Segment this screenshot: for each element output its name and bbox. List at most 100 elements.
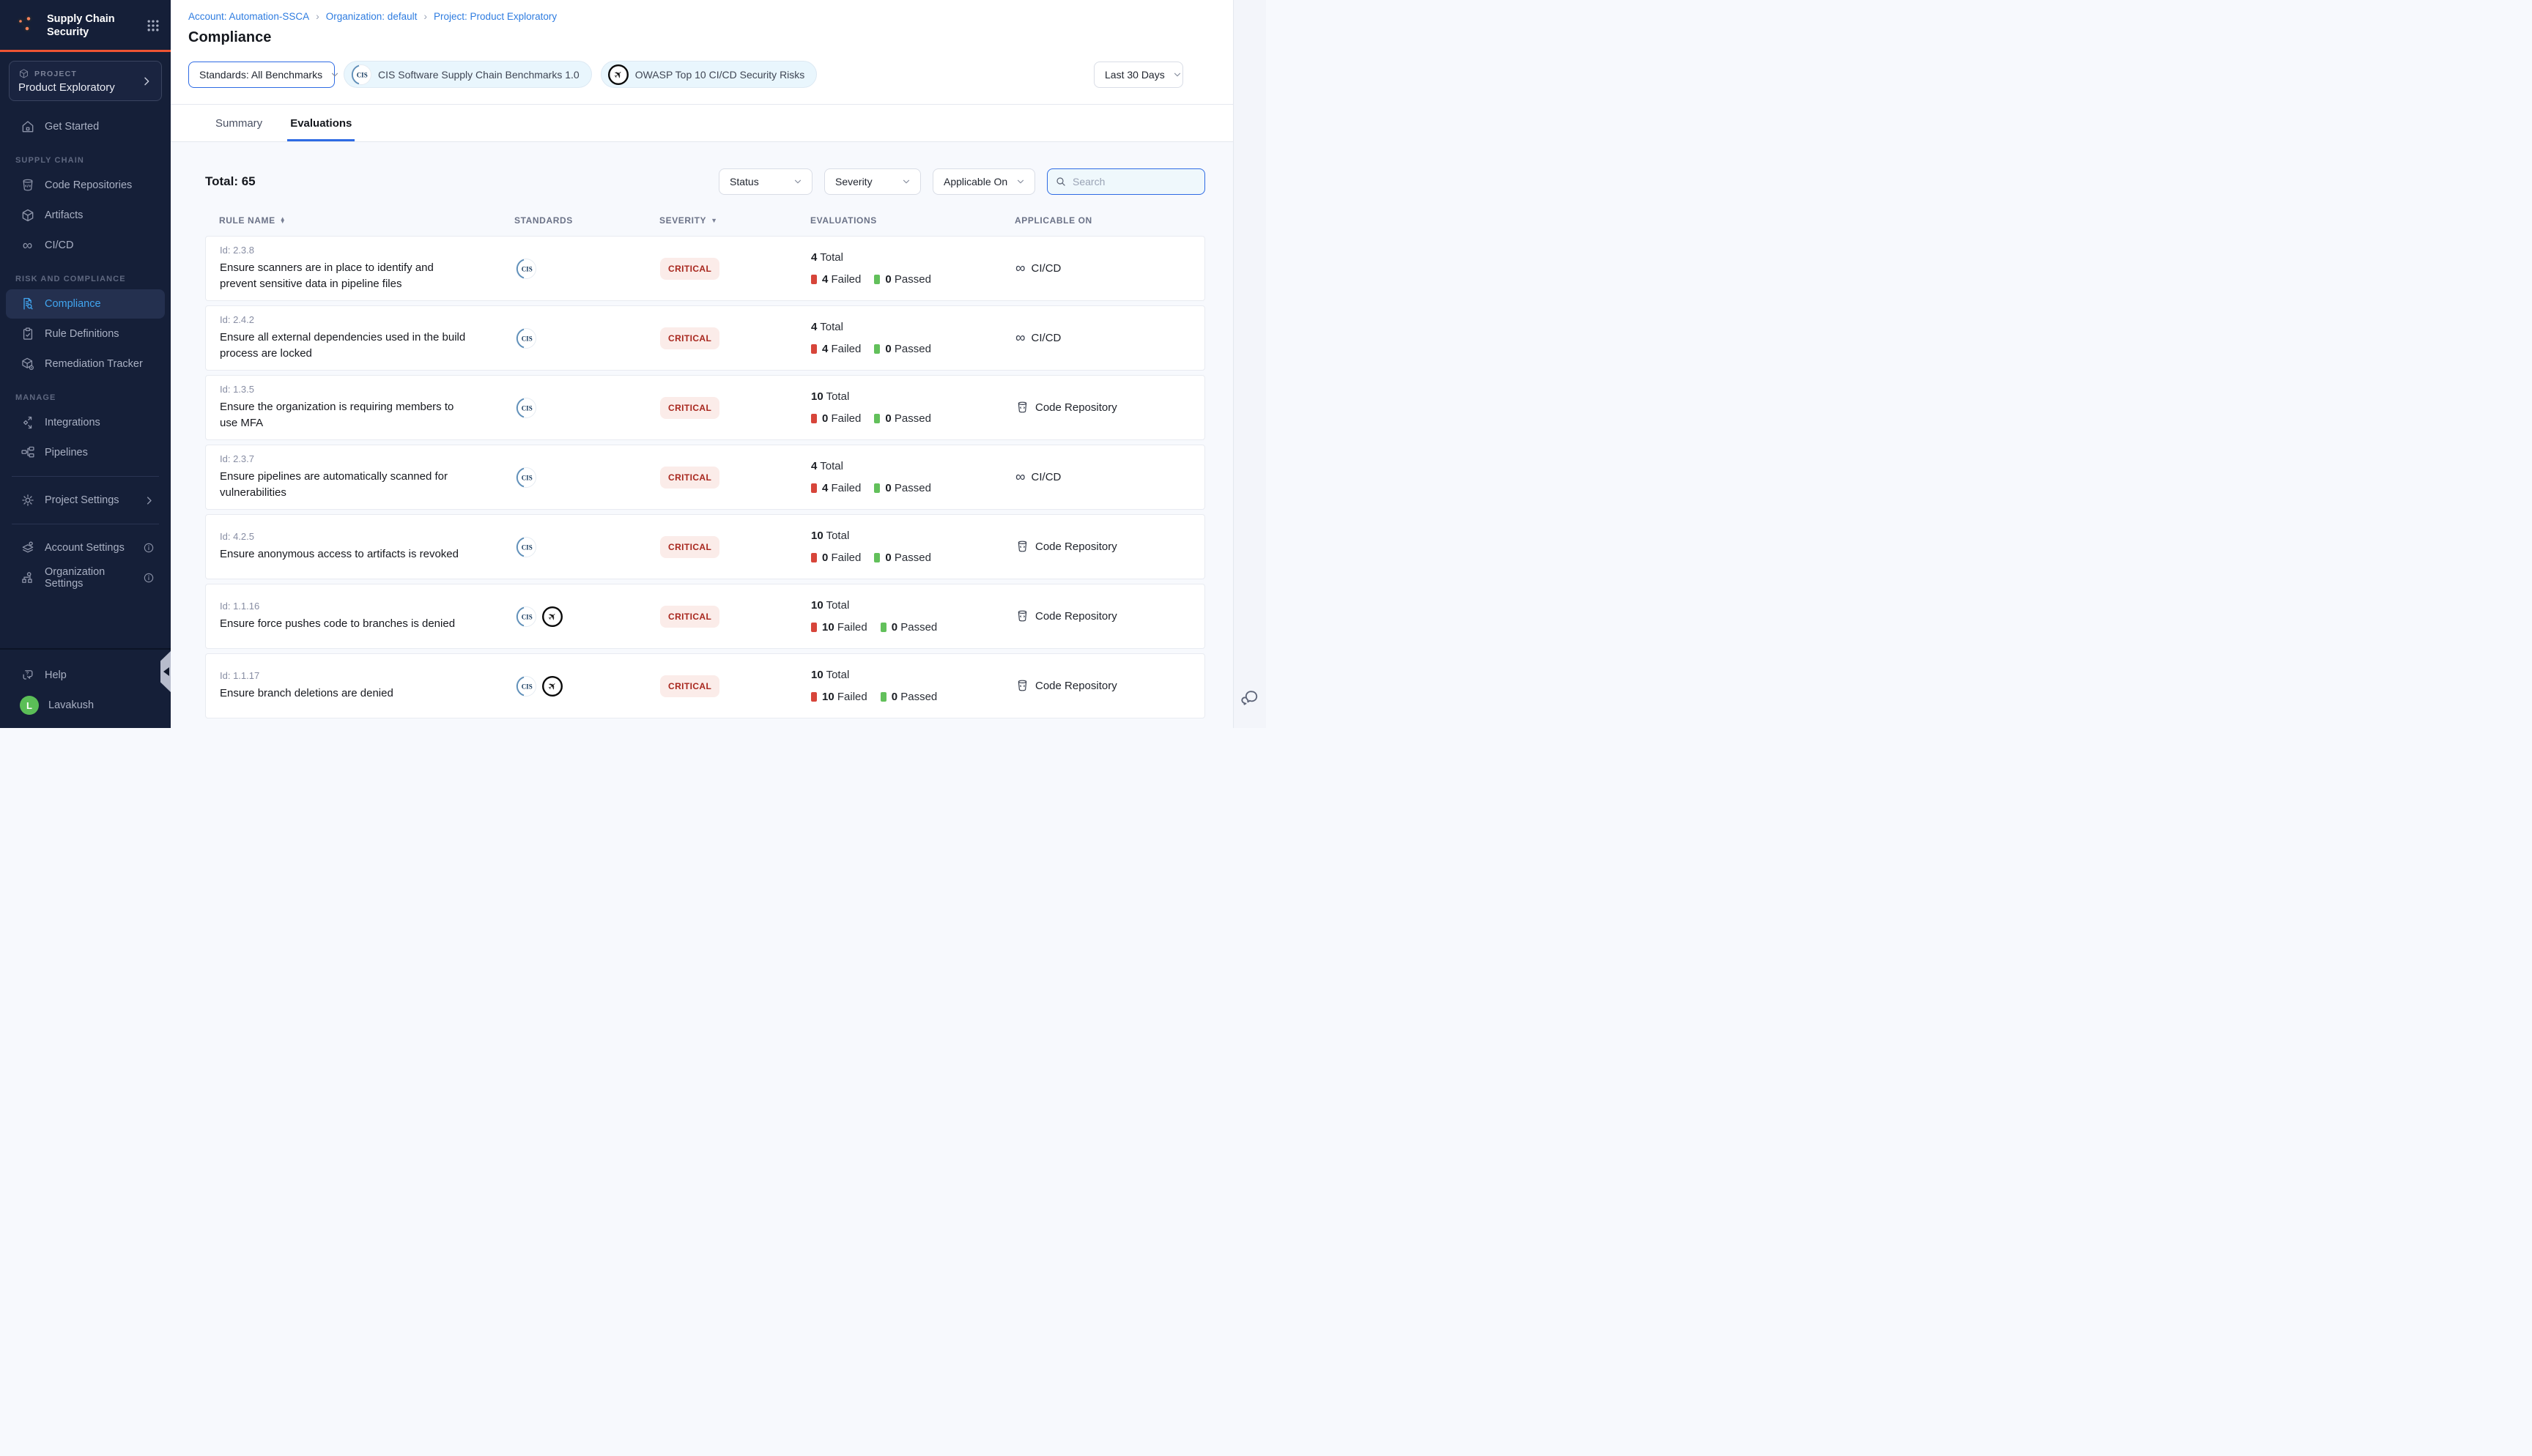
sidebar: Supply Chain Security PROJECT Product Ex… bbox=[0, 0, 171, 728]
sidebar-item-account-settings[interactable]: Account Settings bbox=[6, 533, 165, 562]
severity-filter-select[interactable]: Severity bbox=[824, 168, 921, 195]
passed-label: Passed bbox=[895, 551, 931, 564]
breadcrumb-project[interactable]: Project: Product Exploratory bbox=[434, 11, 557, 22]
info-icon[interactable] bbox=[143, 572, 155, 584]
failed-label: Failed bbox=[832, 343, 862, 355]
table-row[interactable]: Id: 1.3.5 Ensure the organization is req… bbox=[205, 375, 1205, 440]
table-row[interactable]: Id: 4.2.5 Ensure anonymous access to art… bbox=[205, 514, 1205, 579]
passed-value: 0 bbox=[885, 343, 891, 355]
tab-summary[interactable]: Summary bbox=[212, 105, 265, 141]
sidebar-header: Supply Chain Security bbox=[0, 0, 171, 50]
cis-logo-icon bbox=[515, 467, 537, 489]
standards-cell bbox=[515, 606, 660, 628]
table-row[interactable]: Id: 1.1.16 Ensure force pushes code to b… bbox=[205, 584, 1205, 649]
tab-evaluations[interactable]: Evaluations bbox=[287, 105, 355, 141]
cis-logo-icon bbox=[515, 606, 537, 628]
chip-owasp-top10[interactable]: OWASP Top 10 CI/CD Security Risks bbox=[601, 61, 818, 88]
total-value: 10 bbox=[811, 530, 823, 542]
sidebar-divider bbox=[12, 476, 159, 477]
failed-label: Failed bbox=[832, 273, 862, 286]
column-rule-name[interactable]: RULE NAME ▲▼ bbox=[219, 215, 514, 226]
severity-cell: CRITICAL bbox=[660, 536, 811, 558]
severity-badge: CRITICAL bbox=[660, 606, 719, 628]
severity-cell: CRITICAL bbox=[660, 606, 811, 628]
evaluations-cell: 4 Total 4 Failed 0 Passed bbox=[811, 460, 1015, 494]
breadcrumb-account[interactable]: Account: Automation-SSCA bbox=[188, 11, 309, 22]
passed-stat: 0 Passed bbox=[881, 621, 938, 634]
passed-stat: 0 Passed bbox=[881, 691, 938, 703]
date-range-select[interactable]: Last 30 Days bbox=[1094, 62, 1183, 88]
failed-value: 4 bbox=[822, 273, 828, 286]
severity-badge: CRITICAL bbox=[660, 536, 719, 558]
sidebar-item-label: Help bbox=[45, 669, 67, 681]
code-repository-icon bbox=[20, 178, 35, 193]
evaluations-cell: 10 Total 10 Failed 0 Passed bbox=[811, 599, 1015, 634]
sidebar-item-code-repositories[interactable]: Code Repositories bbox=[6, 171, 165, 200]
table-row[interactable]: Id: 2.3.8 Ensure scanners are in place t… bbox=[205, 236, 1205, 301]
failed-indicator bbox=[811, 483, 817, 493]
sidebar-item-project-settings[interactable]: Project Settings bbox=[6, 486, 165, 515]
applicable-on-filter-select[interactable]: Applicable On bbox=[933, 168, 1035, 195]
toolbar-filters: Status Severity Applicable On bbox=[719, 168, 1205, 195]
project-box-icon bbox=[18, 68, 29, 79]
failed-indicator bbox=[811, 414, 817, 423]
failed-label: Failed bbox=[832, 482, 862, 494]
rule-cell: Id: 2.3.8 Ensure scanners are in place t… bbox=[220, 245, 515, 292]
passed-label: Passed bbox=[895, 343, 931, 355]
passed-label: Passed bbox=[900, 621, 937, 634]
failed-label: Failed bbox=[837, 621, 867, 634]
chevron-down-icon bbox=[330, 70, 340, 80]
table-row[interactable]: Id: 2.3.7 Ensure pipelines are automatic… bbox=[205, 445, 1205, 510]
sidebar-item-compliance[interactable]: Compliance bbox=[6, 289, 165, 319]
standards-cell bbox=[515, 258, 660, 280]
breadcrumb-organization[interactable]: Organization: default bbox=[326, 11, 418, 22]
total-label: Total bbox=[820, 460, 843, 472]
sidebar-item-rule-definitions[interactable]: Rule Definitions bbox=[6, 319, 165, 349]
standards-cell bbox=[515, 536, 660, 558]
sidebar-item-integrations[interactable]: Integrations bbox=[6, 408, 165, 437]
sidebar-item-label: Account Settings bbox=[45, 542, 125, 554]
evaluations-cell: 4 Total 4 Failed 0 Passed bbox=[811, 321, 1015, 355]
applicable-on-cell: ∞ CI/CD bbox=[1015, 261, 1204, 275]
passed-stat: 0 Passed bbox=[874, 551, 931, 564]
table-row[interactable]: Id: 1.1.17 Ensure branch deletions are d… bbox=[205, 653, 1205, 718]
sidebar-item-artifacts[interactable]: Artifacts bbox=[6, 201, 165, 230]
sidebar-item-cicd[interactable]: ∞ CI/CD bbox=[6, 231, 165, 260]
sidebar-item-label: Compliance bbox=[45, 298, 101, 310]
owasp-logo-icon bbox=[541, 675, 563, 697]
chevron-right-icon bbox=[144, 495, 155, 506]
passed-indicator bbox=[874, 553, 880, 562]
section-label-manage: MANAGE bbox=[15, 393, 171, 402]
chip-cis-benchmark[interactable]: CIS Software Supply Chain Benchmarks 1.0 bbox=[344, 61, 592, 88]
user-menu[interactable]: L Lavakush bbox=[6, 691, 165, 720]
passed-indicator bbox=[874, 344, 880, 354]
failed-stat: 10 Failed bbox=[811, 621, 867, 634]
info-icon[interactable] bbox=[143, 542, 155, 554]
column-severity[interactable]: SEVERITY ▼ bbox=[659, 215, 810, 226]
sidebar-item-help[interactable]: Help bbox=[6, 661, 165, 690]
project-selector[interactable]: PROJECT Product Exploratory bbox=[9, 61, 162, 101]
status-filter-select[interactable]: Status bbox=[719, 168, 812, 195]
rule-title: Ensure scanners are in place to identify… bbox=[220, 260, 467, 292]
table-row[interactable]: Id: 2.4.2 Ensure all external dependenci… bbox=[205, 305, 1205, 371]
sidebar-item-get-started[interactable]: Get Started bbox=[6, 112, 165, 141]
failed-value: 0 bbox=[822, 551, 828, 564]
severity-cell: CRITICAL bbox=[660, 397, 811, 419]
severity-badge: CRITICAL bbox=[660, 467, 719, 489]
search-input[interactable] bbox=[1073, 176, 1197, 187]
feedback-chat-icon[interactable] bbox=[1240, 688, 1259, 707]
app-switcher-grid-icon[interactable] bbox=[146, 18, 160, 33]
passed-indicator bbox=[874, 275, 880, 284]
sidebar-item-organization-settings[interactable]: Organization Settings bbox=[6, 563, 165, 593]
owasp-logo-icon bbox=[541, 606, 563, 628]
rule-id: Id: 4.2.5 bbox=[220, 531, 467, 542]
rule-cell: Id: 2.4.2 Ensure all external dependenci… bbox=[220, 314, 515, 362]
failed-stat: 10 Failed bbox=[811, 691, 867, 703]
standards-select[interactable]: Standards: All Benchmarks bbox=[188, 62, 335, 88]
applicable-on-label: CI/CD bbox=[1032, 262, 1062, 275]
sidebar-item-pipelines[interactable]: Pipelines bbox=[6, 438, 165, 467]
failed-indicator bbox=[811, 275, 817, 284]
sidebar-item-remediation-tracker[interactable]: Remediation Tracker bbox=[6, 349, 165, 379]
applicable-on-filter-label: Applicable On bbox=[944, 176, 1007, 187]
integrations-icon bbox=[20, 415, 35, 431]
